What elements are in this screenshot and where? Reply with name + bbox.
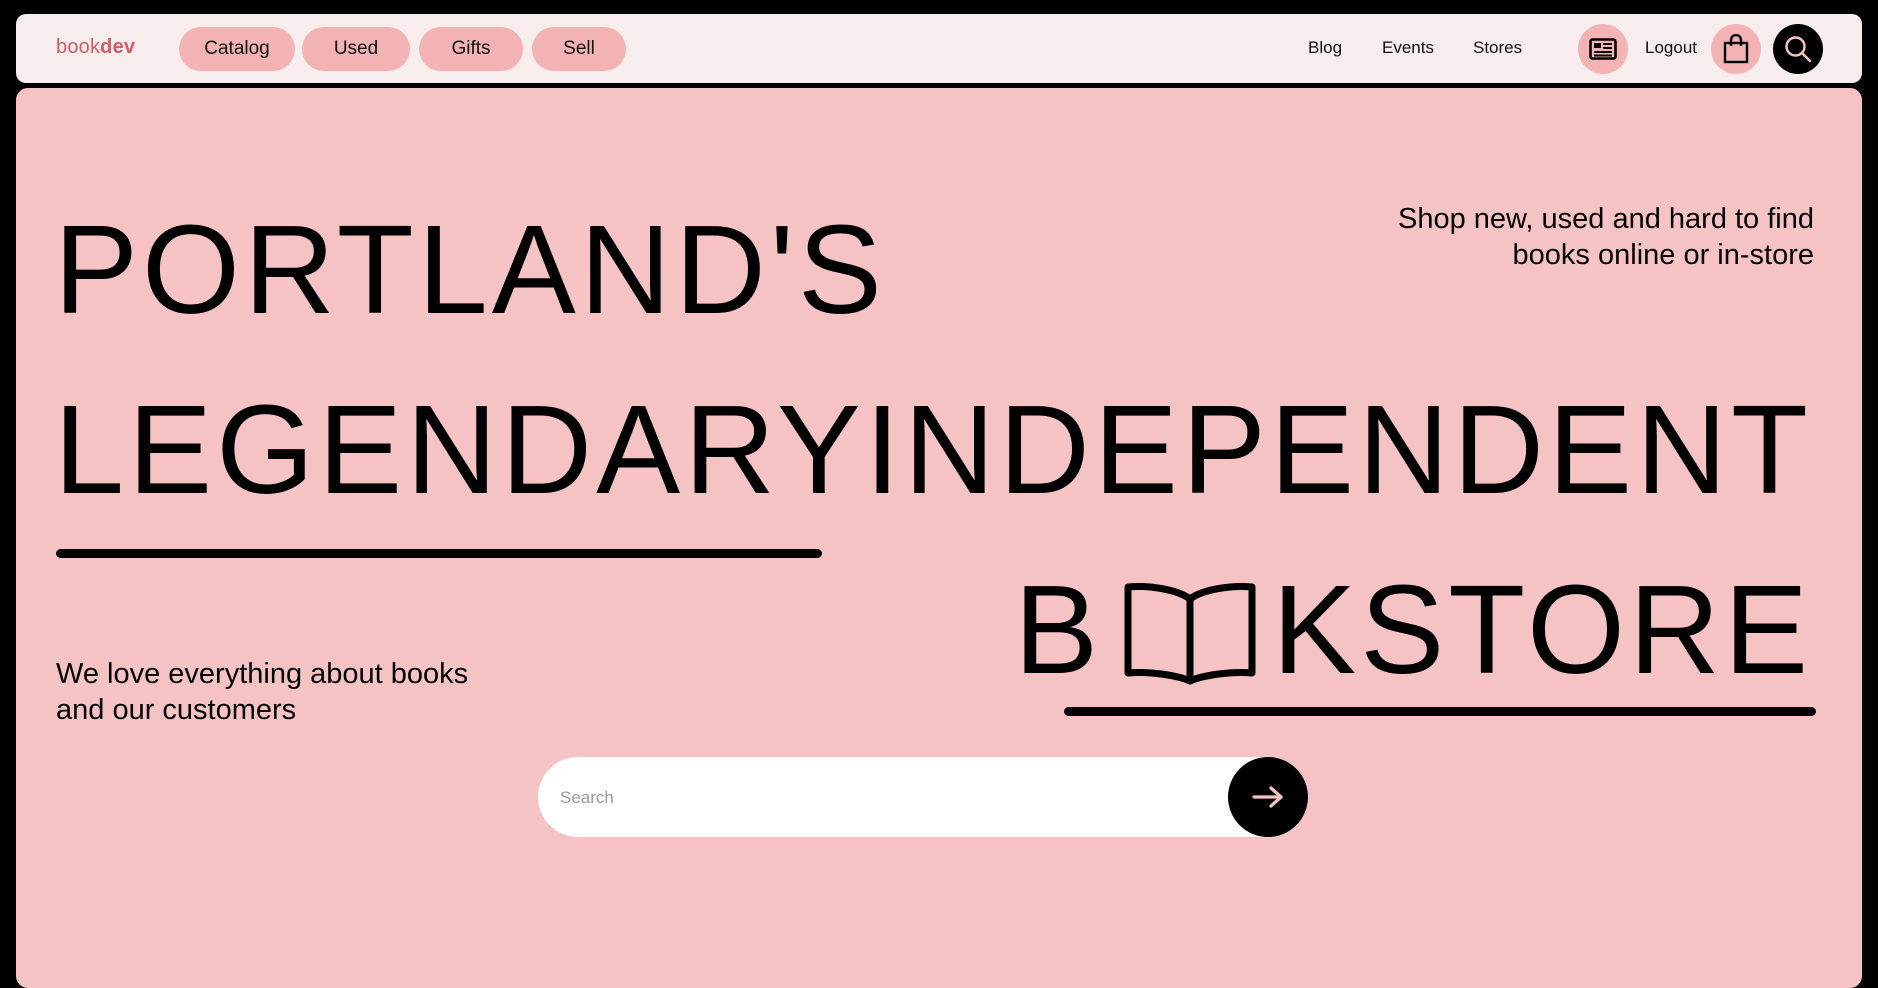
nav-pill-sell[interactable]: Sell (532, 27, 626, 71)
nav-pill-label: Catalog (204, 38, 270, 59)
nav-link-blog[interactable]: Blog (1308, 38, 1342, 58)
search-bar (538, 757, 1308, 839)
bookstore-letter-b: B (1014, 559, 1103, 700)
news-button[interactable] (1578, 24, 1628, 74)
top-navigation-bar: bookdev Catalog Used Gifts Sell Blog Eve… (16, 14, 1862, 83)
logo-text-book: book (56, 36, 101, 58)
hero-tagline-right: Shop new, used and hard to find books on… (1398, 201, 1814, 273)
logout-link[interactable]: Logout (1645, 38, 1697, 58)
arrow-right-icon (1252, 786, 1283, 808)
tagline-right-line2: books online or in-store (1512, 239, 1814, 271)
newspaper-icon (1589, 38, 1617, 60)
nav-pill-label: Sell (563, 38, 595, 59)
hero-section: PORTLAND'S Shop new, used and hard to fi… (16, 88, 1862, 988)
nav-pill-label: Used (333, 38, 379, 59)
search-toggle-button[interactable] (1773, 24, 1823, 74)
search-input[interactable] (558, 757, 1222, 839)
divider-rule-left (56, 549, 822, 558)
nav-link-events[interactable]: Events (1382, 38, 1434, 58)
nav-pill-label: Gifts (451, 38, 491, 59)
hero-headline-independent: INDEPENDENT (864, 379, 1812, 520)
shopping-bag-icon (1723, 34, 1749, 64)
search-submit-button[interactable] (1228, 757, 1308, 837)
nav-pill-gifts[interactable]: Gifts (419, 27, 523, 71)
tagline-left-line2: and our customers (56, 694, 297, 726)
nav-pill-used[interactable]: Used (302, 27, 410, 71)
hero-headline-legendary: LEGENDARY (54, 379, 865, 520)
bookstore-letters-kstore: KSTORE (1272, 559, 1812, 700)
tagline-left-line1: We love everything about books (56, 658, 469, 690)
nav-pill-catalog[interactable]: Catalog (179, 27, 295, 71)
nav-link-stores[interactable]: Stores (1473, 38, 1522, 58)
tagline-right-line1: Shop new, used and hard to find (1398, 203, 1814, 235)
divider-rule-right (1064, 707, 1816, 716)
hero-tagline-left: We love everything about books and our c… (56, 656, 468, 728)
hero-headline-line1: PORTLAND'S (54, 199, 886, 340)
cart-button[interactable] (1711, 24, 1761, 74)
brand-logo[interactable]: bookdev (56, 36, 135, 59)
logo-text-dev: dev (100, 36, 136, 58)
open-book-icon (1124, 583, 1256, 685)
hero-headline-bookstore: B KSTORE (1014, 567, 1812, 693)
search-icon (1785, 36, 1812, 63)
